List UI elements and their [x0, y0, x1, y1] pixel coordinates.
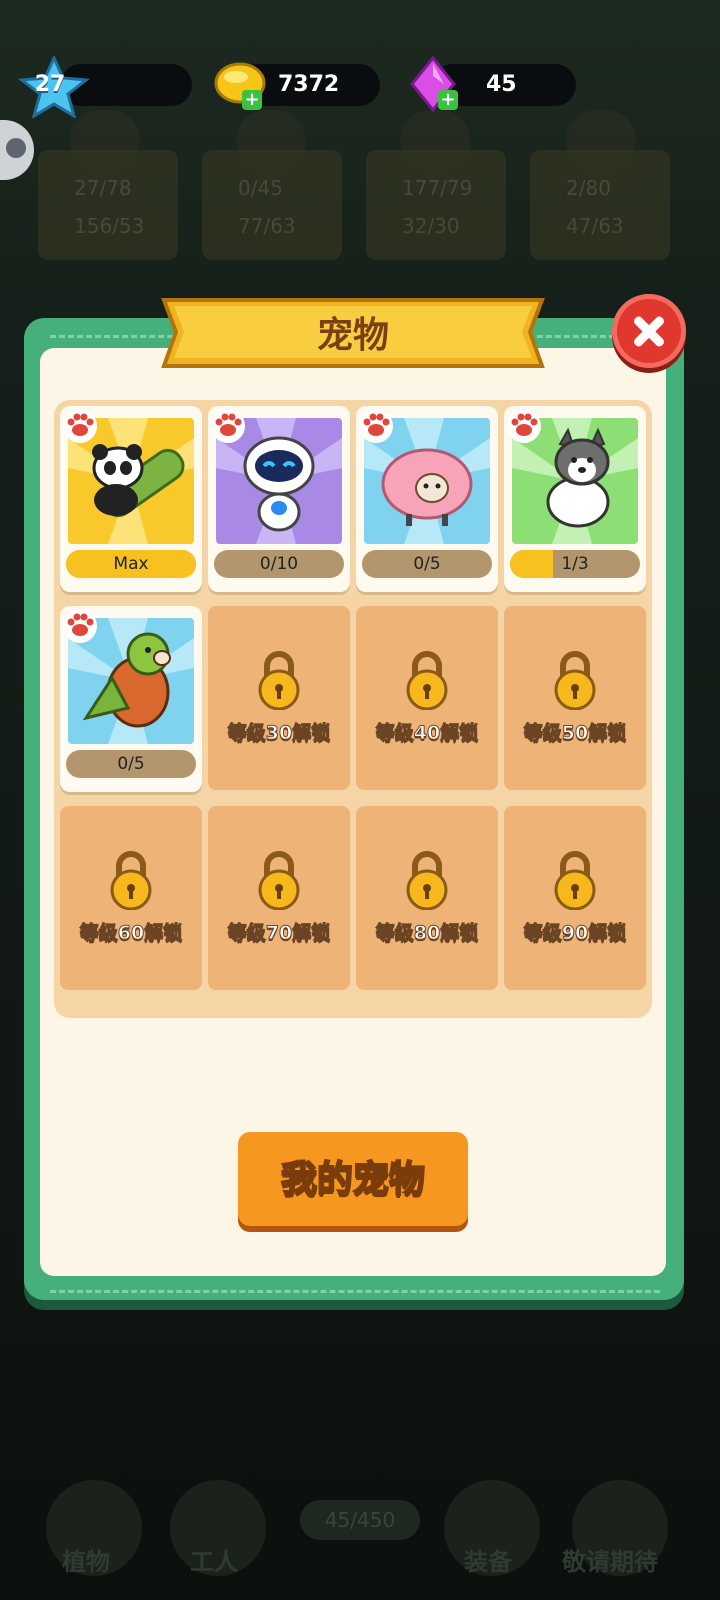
bg-card-stat: 27/78 — [74, 176, 132, 200]
player-level: 27 — [34, 72, 66, 97]
pet-progress-label: 0/5 — [413, 554, 441, 574]
dialog-stitch — [50, 1290, 660, 1293]
locked-slot[interactable]: 等级50解锁 — [504, 606, 646, 790]
nav-label: 植物 — [62, 1548, 110, 1576]
nav-label: 装备 — [464, 1548, 512, 1576]
unlock-requirement: 等级70解锁 — [227, 922, 331, 945]
bg-card: 177/79 32/30 — [366, 150, 506, 260]
pet-progress-bar: Max — [66, 550, 196, 578]
unlock-requirement: 等级90解锁 — [523, 922, 627, 945]
pet-progress-bar: 0/10 — [214, 550, 344, 578]
paw-icon — [507, 409, 541, 443]
pet-card-panda[interactable]: Max — [60, 406, 202, 592]
pet-card-sheep[interactable]: 0/5 — [356, 406, 498, 592]
bg-card-stat: 77/63 — [238, 214, 296, 238]
bg-progress: 45/450 — [300, 1500, 420, 1540]
paw-icon — [63, 409, 97, 443]
lock-icon — [406, 851, 448, 910]
lock-icon — [554, 851, 596, 910]
unlock-requirement: 等级80解锁 — [375, 922, 479, 945]
locked-slot[interactable]: 等级30解锁 — [208, 606, 350, 790]
pet-progress-label: 1/3 — [561, 554, 589, 574]
unlock-requirement: 等级50解锁 — [523, 722, 627, 745]
lock-icon — [110, 851, 152, 910]
lock-icon — [258, 651, 300, 710]
paw-icon — [211, 409, 245, 443]
bg-card-stat: 32/30 — [402, 214, 460, 238]
my-pets-button-label: 我的宠物 — [280, 1157, 426, 1200]
locked-slot[interactable]: 等级70解锁 — [208, 806, 350, 990]
bg-card: 2/80 47/63 — [530, 150, 670, 260]
my-pets-button[interactable]: 我的宠物 — [238, 1132, 468, 1226]
bg-card: 0/45 77/63 — [202, 150, 342, 260]
bg-card-stat: 177/79 — [402, 176, 473, 200]
pet-card-parrot[interactable]: 0/5 — [60, 606, 202, 792]
paw-icon — [359, 409, 393, 443]
pet-progress-label: Max — [113, 554, 149, 574]
locked-slot[interactable]: 等级60解锁 — [60, 806, 202, 990]
pet-progress-bar: 0/5 — [362, 550, 492, 578]
nav-label: 敬请期待 — [562, 1548, 658, 1576]
pet-progress-label: 0/10 — [259, 554, 299, 574]
bg-card: 27/78 156/53 — [38, 150, 178, 260]
bottom-nav: 植物 工人 装备 敬请期待 — [0, 1330, 720, 1600]
gem-count: 45 — [486, 72, 517, 97]
paw-icon — [63, 609, 97, 643]
pet-progress-bar: 1/3 — [510, 550, 640, 578]
lock-icon — [554, 651, 596, 710]
bg-card-stat: 156/53 — [74, 214, 145, 238]
unlock-requirement: 等级30解锁 — [227, 722, 331, 745]
pet-card-robot[interactable]: 0/10 — [208, 406, 350, 592]
close-button[interactable] — [612, 294, 686, 368]
locked-slot[interactable]: 等级40解锁 — [356, 606, 498, 790]
locked-slot[interactable]: 等级90解锁 — [504, 806, 646, 990]
pet-progress-bar: 0/5 — [66, 750, 196, 778]
coin-count: 7372 — [278, 72, 340, 97]
bg-card-stat: 0/45 — [238, 176, 283, 200]
pet-card-husky[interactable]: 1/3 — [504, 406, 646, 592]
add-coins-icon[interactable]: + — [242, 90, 262, 110]
locked-slot[interactable]: 等级80解锁 — [356, 806, 498, 990]
add-gems-icon[interactable]: + — [438, 90, 458, 110]
unlock-requirement: 等级40解锁 — [375, 722, 479, 745]
bg-card-stat: 47/63 — [566, 214, 624, 238]
dialog-title: 宠物 — [316, 315, 389, 356]
bg-card-stat: 2/80 — [566, 176, 611, 200]
lock-icon — [258, 851, 300, 910]
lock-icon — [406, 651, 448, 710]
pet-progress-label: 0/5 — [117, 754, 145, 774]
nav-label: 工人 — [190, 1548, 238, 1576]
unlock-requirement: 等级60解锁 — [79, 922, 183, 945]
